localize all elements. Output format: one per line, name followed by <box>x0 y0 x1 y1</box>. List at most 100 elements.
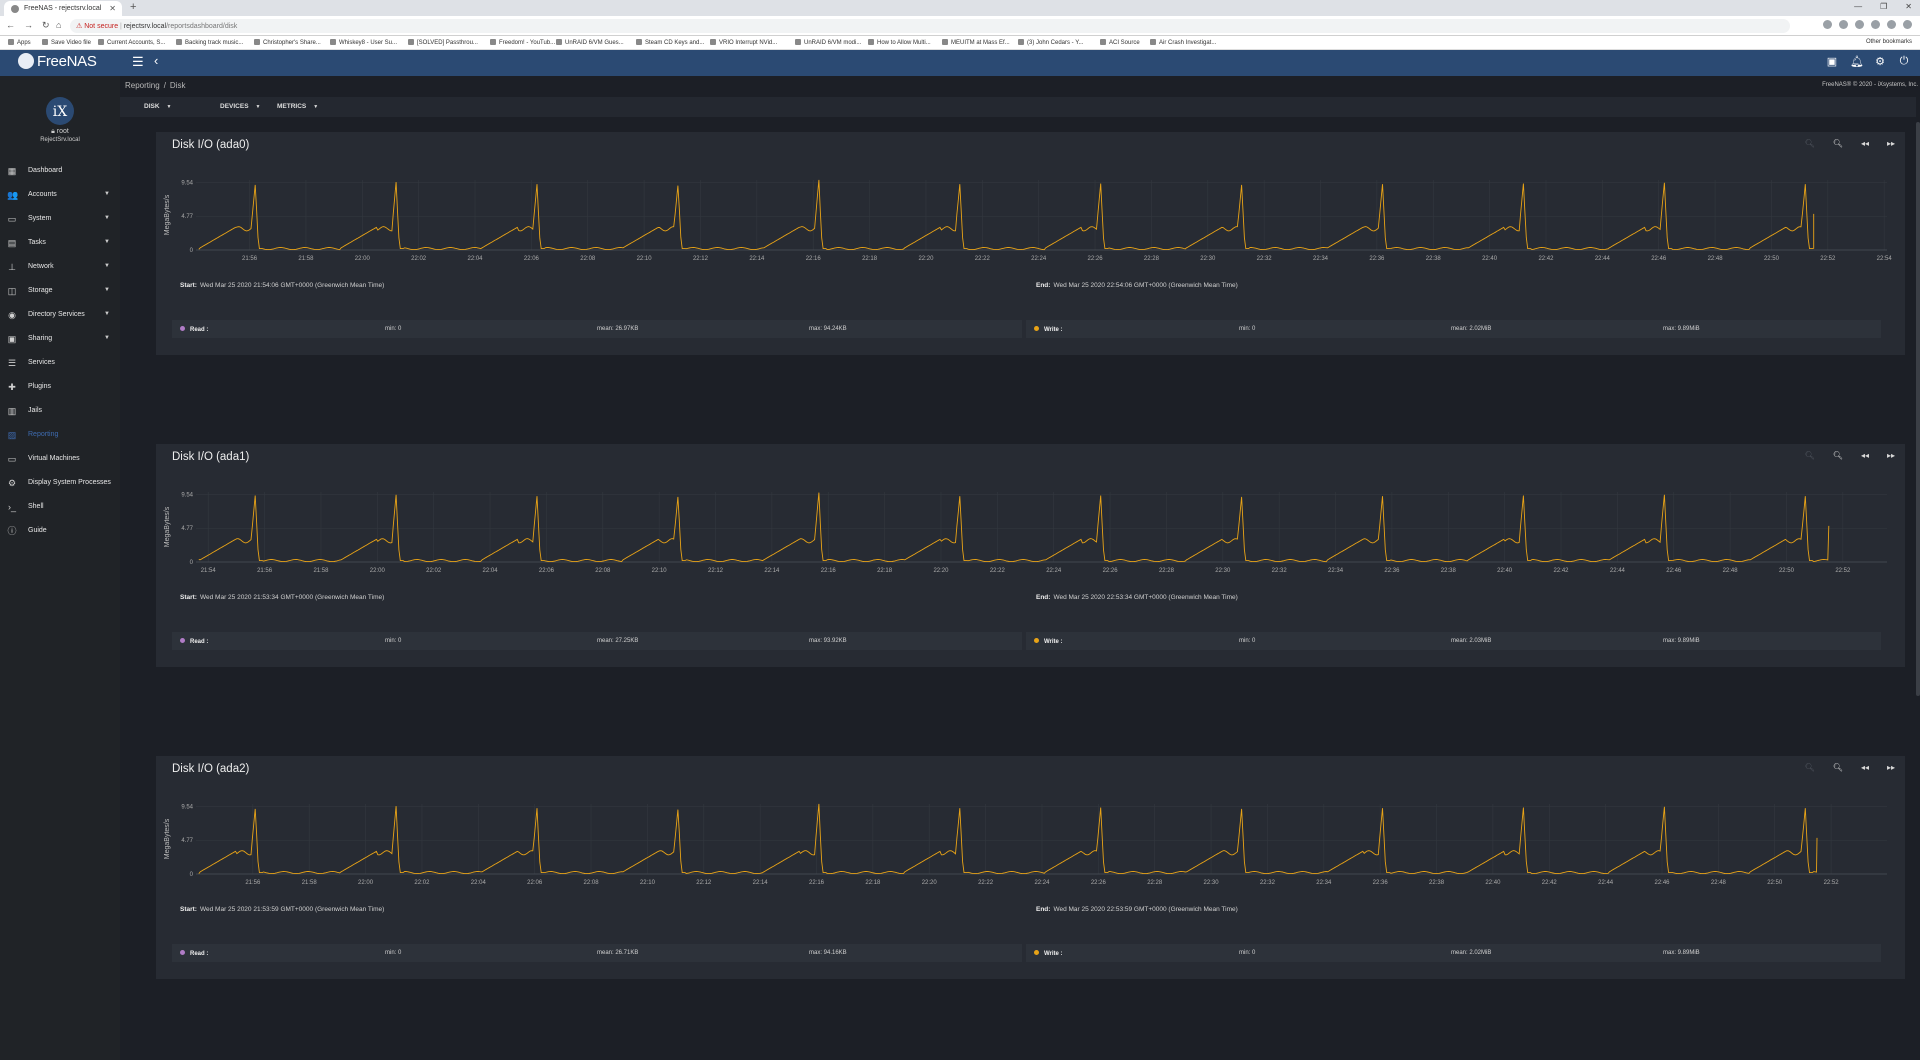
x-tick-label: 22:00 <box>358 880 374 886</box>
bookmark-item[interactable]: Freedom! - YouTub... <box>490 39 555 46</box>
browser-tab-strip: FreeNAS - rejectsrv.local ✕ + — ❐ ✕ <box>0 0 1920 16</box>
extension-icon[interactable] <box>1855 20 1864 29</box>
bookmark-item[interactable]: Whiskey8 - User Su... <box>330 39 397 46</box>
back-icon[interactable]: ← <box>6 20 15 30</box>
bookmark-item[interactable]: Save Video file <box>42 39 91 46</box>
step-back-icon[interactable]: ◂◂ <box>1861 763 1869 772</box>
close-window-icon[interactable]: ✕ <box>1905 2 1912 11</box>
sidebar-item-accounts[interactable]: 👥 Accounts ▼ <box>0 183 120 207</box>
bookmark-star-icon[interactable] <box>1823 20 1832 29</box>
freenas-logo[interactable]: FreeNAS <box>18 53 97 70</box>
step-back-icon[interactable]: ◂◂ <box>1861 139 1869 148</box>
extension-icon[interactable] <box>1839 20 1848 29</box>
x-tick-label: 22:02 <box>414 880 430 886</box>
forward-icon[interactable]: → <box>24 20 33 30</box>
x-tick-label: 21:58 <box>313 568 329 574</box>
chart-title: Disk I/O (ada0) <box>172 139 250 151</box>
x-tick-label: 22:00 <box>355 256 371 262</box>
sidebar-item-display-system-processes[interactable]: ⚙ Display System Processes <box>0 471 120 495</box>
zoom-in-icon[interactable]: 🔍︎ <box>1833 451 1843 460</box>
sidebar-item-system[interactable]: ▭ System ▼ <box>0 207 120 231</box>
favicon-icon <box>11 5 19 13</box>
sidebar-item-jails[interactable]: ▥ Jails <box>0 399 120 423</box>
x-tick-label: 22:36 <box>1369 256 1385 262</box>
home-icon[interactable]: ⌂ <box>56 20 61 30</box>
step-forward-icon[interactable]: ▸▸ <box>1887 451 1895 460</box>
menu-icon[interactable] <box>1903 20 1912 29</box>
x-tick-label: 22:50 <box>1767 880 1783 886</box>
bookmark-item[interactable]: Backing track music... <box>176 39 243 46</box>
sidebar-item-label: Reporting <box>28 431 59 438</box>
sidebar-item-label: System <box>28 215 52 222</box>
new-tab-button[interactable]: + <box>130 1 136 13</box>
maximize-icon[interactable]: ❐ <box>1880 2 1887 11</box>
bookmark-item[interactable]: VRIO Interrupt NVid... <box>710 39 777 46</box>
disk-io-chart[interactable]: MegaBytes/s 9.54 4.77 0 21:56 21:58 22:00 22:02… <box>162 796 1899 896</box>
devices-dropdown[interactable]: DEVICES ▼ <box>220 103 261 110</box>
bookmark-item[interactable]: (3) John Cedars - Y... <box>1018 39 1083 46</box>
not-secure-badge[interactable]: ⚠ Not secure <box>76 23 118 30</box>
sidebar-item-directory-services[interactable]: ◉ Directory Services ▼ <box>0 303 120 327</box>
range-start: Start: Wed Mar 25 2020 21:53:34 GMT+0000 … <box>180 594 385 601</box>
minimize-icon[interactable]: — <box>1854 2 1862 11</box>
write-series-line <box>198 803 1818 875</box>
step-back-icon[interactable]: ◂◂ <box>1861 451 1869 460</box>
metrics-dropdown[interactable]: METRICS ▼ <box>277 103 318 110</box>
sidebar-item-dashboard[interactable]: ▦ Dashboard <box>0 159 120 183</box>
power-icon[interactable]: ⏻ <box>1898 55 1910 68</box>
bookmark-item[interactable]: Air Crash Investigat... <box>1150 39 1216 46</box>
bell-icon[interactable]: 🔔︎ <box>1850 55 1864 68</box>
bookmark-item[interactable]: Christopher's Share... <box>254 39 321 46</box>
sidebar-item-label: Services <box>28 359 55 366</box>
chevron-left-icon[interactable]: ‹ <box>154 53 158 68</box>
bookmark-item[interactable]: How to Allow Multi... <box>868 39 931 46</box>
bookmark-item[interactable]: UnRAID 6/VM Gues... <box>556 39 624 46</box>
menu-toggle-icon[interactable]: ☰ <box>132 54 144 70</box>
bookmark-item[interactable]: UnRAID 6/VM modi... <box>795 39 861 46</box>
bookmark-item[interactable]: Steam CD Keys and... <box>636 39 704 46</box>
extension-icon[interactable] <box>1871 20 1880 29</box>
step-forward-icon[interactable]: ▸▸ <box>1887 763 1895 772</box>
disk-io-chart[interactable]: MegaBytes/s 9.54 4.77 0 21:56 21:58 22:00 22:02… <box>162 172 1899 272</box>
breadcrumb-reporting[interactable]: Reporting <box>125 81 160 90</box>
profile-icon[interactable] <box>1887 20 1896 29</box>
sidebar-item-services[interactable]: ☰ Services <box>0 351 120 375</box>
address-bar: ← → ↻ ⌂ ⚠ Not secure | rejectsrv.local/r… <box>0 16 1920 36</box>
sidebar-item-label: Directory Services <box>28 311 85 318</box>
zoom-in-icon[interactable]: 🔍︎ <box>1833 139 1843 148</box>
zoom-out-icon[interactable]: 🔍︎ <box>1805 139 1815 148</box>
scrollbar[interactable] <box>1916 122 1920 696</box>
extension-icons <box>1823 20 1912 29</box>
zoom-out-icon[interactable]: 🔍︎ <box>1805 763 1815 772</box>
sidebar-item-network[interactable]: ⊥ Network ▼ <box>0 255 120 279</box>
sidebar-item-label: Plugins <box>28 383 51 390</box>
clipboard-icon[interactable]: ▣ <box>1826 55 1838 68</box>
disk-dropdown[interactable]: DISK ▼ <box>144 103 171 110</box>
step-forward-icon[interactable]: ▸▸ <box>1887 139 1895 148</box>
browser-tab[interactable]: FreeNAS - rejectsrv.local ✕ <box>4 1 122 16</box>
url-input[interactable]: ⚠ Not secure | rejectsrv.local/reportsda… <box>70 19 1790 33</box>
zoom-out-icon[interactable]: 🔍︎ <box>1805 451 1815 460</box>
sidebar-item-virtual-machines[interactable]: ▭ Virtual Machines <box>0 447 120 471</box>
bookmark-item[interactable]: Current Accounts, S... <box>98 39 165 46</box>
zoom-in-icon[interactable]: 🔍︎ <box>1833 763 1843 772</box>
close-tab-icon[interactable]: ✕ <box>109 4 116 13</box>
sidebar-item-sharing[interactable]: ▣ Sharing ▼ <box>0 327 120 351</box>
sidebar-item-plugins[interactable]: ✚ Plugins <box>0 375 120 399</box>
sidebar-item-tasks[interactable]: ▤ Tasks ▼ <box>0 231 120 255</box>
other-bookmarks[interactable]: Other bookmarks <box>1866 39 1912 45</box>
reload-icon[interactable]: ↻ <box>42 20 50 31</box>
sidebar-item-storage[interactable]: ◫ Storage ▼ <box>0 279 120 303</box>
sidebar-item-shell[interactable]: ›_ Shell <box>0 495 120 519</box>
bookmark-item[interactable]: [SOLVED] Passthrou... <box>408 39 478 46</box>
bookmark-item[interactable]: ACI Source <box>1100 39 1140 46</box>
disk-io-chart[interactable]: MegaBytes/s 9.54 4.77 0 21:54 21:56 21:58 22:00… <box>162 484 1899 584</box>
bookmark-item[interactable]: Apps <box>8 39 31 46</box>
sidebar-item-reporting[interactable]: ▨ Reporting <box>0 423 120 447</box>
gear-icon[interactable]: ⚙ <box>1874 55 1886 68</box>
bookmark-item[interactable]: MEUITM at Mass Ef... <box>942 39 1010 46</box>
x-tick-label: 22:20 <box>918 256 934 262</box>
x-tick-label: 22:08 <box>580 256 596 262</box>
sidebar-item-guide[interactable]: ⓘ Guide <box>0 519 120 543</box>
chart-tools: 🔍︎ 🔍︎ ◂◂ ▸▸ <box>1805 451 1895 460</box>
